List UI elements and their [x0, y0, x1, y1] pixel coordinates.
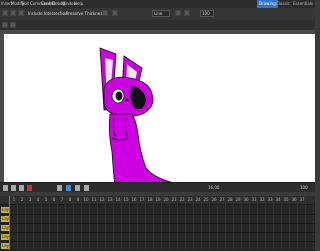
- edit-symbol-icon[interactable]: [10, 22, 16, 28]
- snap-icon[interactable]: [102, 10, 108, 16]
- head-shape: [103, 76, 154, 117]
- preserve-thickness-toggle[interactable]: Preserve Thickness: [64, 9, 106, 18]
- record-icon[interactable]: [27, 185, 32, 191]
- frame-number[interactable]: 37: [298, 196, 306, 204]
- frame-number[interactable]: 8: [66, 196, 74, 204]
- step-back-icon[interactable]: [11, 185, 16, 191]
- frame-number[interactable]: 18: [146, 196, 154, 204]
- play-icon[interactable]: [3, 185, 8, 191]
- frame-rate-readout: 16.00: [208, 185, 220, 190]
- frame-number[interactable]: 11: [90, 196, 98, 204]
- workspace-tab-classic[interactable]: Classic: [274, 0, 292, 8]
- frame-number[interactable]: 30: [242, 196, 250, 204]
- loop-icon[interactable]: [66, 185, 71, 191]
- frame-number[interactable]: 26: [210, 196, 218, 204]
- onion-skin-icon[interactable]: [57, 185, 62, 191]
- frame-number[interactable]: 22: [178, 196, 186, 204]
- timeline-layer-row[interactable]: Lay: [0, 224, 315, 233]
- center-frame-icon[interactable]: [84, 185, 89, 191]
- frame-number[interactable]: 2: [18, 196, 26, 204]
- frame-number[interactable]: 33: [266, 196, 274, 204]
- frame-number[interactable]: 32: [258, 196, 266, 204]
- edit-multiple-icon[interactable]: [75, 185, 80, 191]
- frame-number[interactable]: 3: [26, 196, 34, 204]
- brush-tool-icon[interactable]: [2, 10, 8, 16]
- fill-color-icon[interactable]: [184, 10, 190, 16]
- pencil-tool-icon[interactable]: [10, 10, 16, 16]
- timeline-layer-row[interactable]: Lay: [0, 215, 315, 224]
- frame-number[interactable]: 15: [122, 196, 130, 204]
- playhead[interactable]: [9, 196, 10, 250]
- frame-number[interactable]: 20: [162, 196, 170, 204]
- zoom-select[interactable]: 100: [200, 10, 214, 17]
- frame-number[interactable]: 36: [290, 196, 298, 204]
- frame-number[interactable]: 16: [130, 196, 138, 204]
- workspace-tab-essentials[interactable]: Essentials: [291, 0, 315, 8]
- frame-number[interactable]: 7: [58, 196, 66, 204]
- frame-number[interactable]: 29: [234, 196, 242, 204]
- character-drawing: [99, 47, 185, 195]
- stroke-color-icon[interactable]: [175, 10, 181, 16]
- fill-tool-icon[interactable]: [18, 10, 24, 16]
- eye-pupil: [115, 91, 123, 101]
- frame-number[interactable]: 31: [250, 196, 258, 204]
- frame-number[interactable]: 9: [74, 196, 82, 204]
- frame-number[interactable]: 4: [34, 196, 42, 204]
- timeline-zoom-readout: 100: [300, 185, 308, 190]
- frame-number[interactable]: 23: [186, 196, 194, 204]
- frame-number[interactable]: 35: [282, 196, 290, 204]
- scene-icon[interactable]: [2, 22, 8, 28]
- frame-number[interactable]: 14: [114, 196, 122, 204]
- smooth-icon[interactable]: [112, 10, 118, 16]
- frame-number[interactable]: 6: [50, 196, 58, 204]
- step-forward-icon[interactable]: [19, 185, 24, 191]
- frame-number[interactable]: 25: [202, 196, 210, 204]
- nose: [125, 98, 129, 102]
- body-shape: [108, 113, 185, 195]
- frame-number[interactable]: 10: [82, 196, 90, 204]
- menu-help[interactable]: Help: [74, 0, 83, 8]
- timeline-panel: 1 2 3 4 5 6 7 8 9 10 11 12 13 14 15 16 17 18 19 20 21 22 23 24 2…: [0, 196, 315, 251]
- drawing-canvas[interactable]: [4, 34, 315, 195]
- frame-number[interactable]: 12: [98, 196, 106, 204]
- frame-number[interactable]: 28: [226, 196, 234, 204]
- frame-number[interactable]: 5: [42, 196, 50, 204]
- frame-number[interactable]: 24: [194, 196, 202, 204]
- stage-area: [0, 30, 315, 195]
- timeline-layer-row[interactable]: Lay: [0, 233, 315, 242]
- frame-number[interactable]: 13: [106, 196, 114, 204]
- line-style-select[interactable]: Line: [152, 10, 170, 17]
- frame-number[interactable]: 21: [170, 196, 178, 204]
- frame-number[interactable]: 17: [138, 196, 146, 204]
- timeline-layer-row[interactable]: Lay: [0, 206, 315, 215]
- frame-number[interactable]: 1: [10, 196, 18, 204]
- menu-text[interactable]: Text: [21, 0, 29, 8]
- frame-number[interactable]: 34: [274, 196, 282, 204]
- menu-bar: Insert Modify Text Commands Control Debu…: [0, 0, 315, 8]
- frame-number[interactable]: 27: [218, 196, 226, 204]
- frame-number[interactable]: 19: [154, 196, 162, 204]
